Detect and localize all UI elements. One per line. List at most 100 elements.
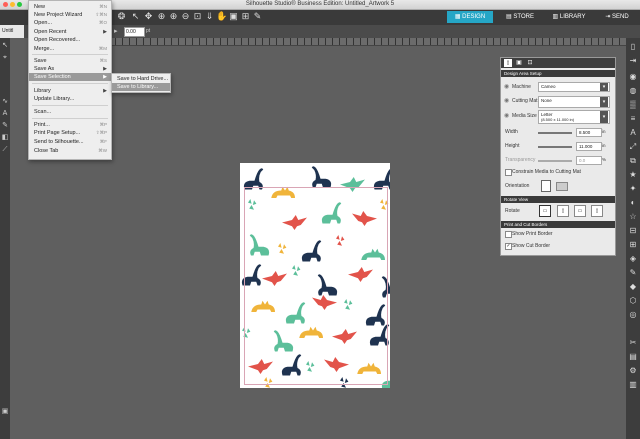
page-setup-icon[interactable]: ▯ bbox=[628, 42, 638, 52]
menu-item-label: Save bbox=[34, 58, 47, 64]
pixscan-icon[interactable]: ◎ bbox=[628, 310, 638, 320]
chevron-down-icon: ▾ bbox=[600, 111, 608, 123]
transparency-input[interactable]: 0.0 bbox=[576, 156, 602, 165]
tab-send[interactable]: ⇥ SEND bbox=[596, 11, 638, 23]
move-down-icon[interactable]: ⇓ bbox=[204, 11, 215, 22]
submenu-arrow-icon: ▶ bbox=[103, 74, 107, 80]
fill-icon[interactable]: ◉ bbox=[628, 72, 638, 82]
menu-item-scan[interactable]: Scan... bbox=[29, 108, 111, 116]
tips-icon[interactable]: ▥ bbox=[628, 380, 638, 390]
replicate-icon[interactable]: ⧉ bbox=[628, 156, 638, 166]
menu-item-save-as[interactable]: Save As ▶ bbox=[29, 65, 111, 73]
menu-item-save-selection[interactable]: Save Selection ▶ bbox=[29, 73, 111, 81]
zoom-in-icon[interactable]: ⊕ bbox=[156, 11, 167, 22]
page-setup-tab-icon[interactable]: ▯ bbox=[504, 59, 512, 67]
layers-icon[interactable]: ▣ bbox=[1, 408, 9, 416]
save-to-hard-drive-item[interactable]: Save to Hard Drive... bbox=[112, 75, 170, 83]
constrain-checkbox[interactable] bbox=[505, 169, 512, 176]
cut-settings-icon[interactable]: ✂ bbox=[628, 338, 638, 348]
cutting-mat-select[interactable]: None ▾ bbox=[538, 96, 610, 108]
menu-item-open-recent[interactable]: Open Recent ▶ bbox=[29, 28, 111, 36]
menu-shortcut: ⌘S bbox=[99, 58, 107, 63]
save-to-library-item[interactable]: Save to Library... bbox=[112, 83, 170, 91]
design-page[interactable] bbox=[240, 163, 390, 388]
menu-item-send-to-silhouette[interactable]: Send to Silhouette... ⌘F bbox=[29, 138, 111, 146]
zoom-in-icon[interactable]: ⊕ bbox=[168, 11, 179, 22]
pan-icon[interactable]: ✥ bbox=[143, 11, 154, 22]
edit-points-icon[interactable]: ⌖ bbox=[1, 54, 9, 62]
menu-item-open-recovered[interactable]: Open Recovered... bbox=[29, 36, 111, 44]
portrait-button[interactable] bbox=[541, 180, 551, 192]
menu-item-library[interactable]: Library ▶ bbox=[29, 87, 111, 95]
fit-page-icon[interactable]: ▣ bbox=[228, 11, 239, 22]
transparency-unit: % bbox=[602, 157, 607, 162]
sketch-icon[interactable]: ✎ bbox=[628, 268, 638, 278]
transform-icon[interactable]: ⤢ bbox=[628, 142, 638, 152]
pattern-icon[interactable]: ▒ bbox=[628, 100, 638, 110]
zoom-out-icon[interactable]: ⊖ bbox=[180, 11, 191, 22]
rotate-270-button[interactable]: ▯ bbox=[591, 205, 603, 217]
section-title: Rotate View bbox=[504, 197, 529, 202]
panel-tabs: ▯ ▣ ⊡ bbox=[501, 58, 615, 68]
registration-tab-icon[interactable]: ⊡ bbox=[526, 59, 534, 67]
arrow-icon[interactable]: ▸ bbox=[114, 27, 118, 35]
machine-select[interactable]: Cameo ▾ bbox=[538, 82, 610, 92]
height-slider[interactable] bbox=[538, 146, 572, 148]
curve-icon[interactable]: ∿ bbox=[1, 98, 9, 106]
trace-icon[interactable]: ✦ bbox=[628, 184, 638, 194]
tab-library[interactable]: ▥ LIBRARY bbox=[548, 11, 590, 23]
stroke-width-input[interactable]: 0.00 bbox=[124, 27, 145, 37]
menu-item-new-project-wizard[interactable]: New Project Wizard ⇧⌘N bbox=[29, 11, 111, 19]
gradient-icon[interactable]: ◍ bbox=[628, 86, 638, 96]
menu-item-merge[interactable]: Merge... ⌘M bbox=[29, 45, 111, 53]
text-icon[interactable]: A bbox=[1, 110, 9, 118]
weld-icon[interactable]: ⬡ bbox=[628, 296, 638, 306]
transparency-slider[interactable] bbox=[538, 160, 572, 162]
menu-item-print[interactable]: Print... ⌘P bbox=[29, 121, 111, 129]
grid-icon[interactable]: ⊞ bbox=[240, 11, 251, 22]
width-slider[interactable] bbox=[538, 132, 572, 134]
menu-item-update-library[interactable]: Update Library... bbox=[29, 95, 111, 103]
eraser-icon[interactable]: ◧ bbox=[1, 134, 9, 142]
knife-icon[interactable]: ⟋ bbox=[1, 146, 9, 154]
pointer-icon[interactable]: ↖ bbox=[1, 42, 9, 50]
height-input[interactable]: 11.000 bbox=[576, 142, 602, 151]
tab-design[interactable]: ▦ DESIGN bbox=[447, 11, 493, 23]
rotate-90-button[interactable]: ▯ bbox=[557, 205, 569, 217]
show-print-border-checkbox[interactable] bbox=[505, 231, 512, 238]
star-icon[interactable]: ★ bbox=[628, 170, 638, 180]
rotate-180-button[interactable]: ▭ bbox=[574, 205, 586, 217]
library-icon[interactable]: ❂ bbox=[116, 11, 127, 22]
print-icon[interactable]: ▤ bbox=[628, 352, 638, 362]
menu-item-label: Save to Hard Drive... bbox=[117, 76, 169, 82]
media-size-select[interactable]: Letter (8.500 x 11.000 in) ▾ bbox=[538, 110, 610, 124]
brush-icon[interactable]: ✎ bbox=[252, 11, 263, 22]
settings-icon[interactable]: ⚙ bbox=[628, 366, 638, 376]
align-icon[interactable]: ⊟ bbox=[628, 226, 638, 236]
text-style-icon[interactable]: A bbox=[628, 128, 638, 138]
landscape-button[interactable] bbox=[556, 182, 568, 191]
menu-item-open[interactable]: Open... ⌘O bbox=[29, 19, 111, 27]
menu-item-save[interactable]: Save ⌘S bbox=[29, 57, 111, 65]
hand-icon[interactable]: ✋ bbox=[216, 11, 227, 22]
tab-store[interactable]: ▤ STORE bbox=[500, 11, 540, 23]
menu-item-print-page-setup[interactable]: Print Page Setup... ⇧⌘P bbox=[29, 129, 111, 137]
menu-item-close-tab[interactable]: Close Tab ⌘W bbox=[29, 147, 111, 155]
select-icon[interactable]: ↖ bbox=[130, 11, 141, 22]
doc-tab[interactable]: Untitl bbox=[0, 25, 24, 38]
menu-shortcut: ⇧⌘P bbox=[95, 130, 107, 135]
menu-item-new[interactable]: New ⌘N bbox=[29, 3, 111, 11]
show-cut-border-checkbox[interactable]: ✓ bbox=[505, 243, 512, 250]
modify-icon[interactable]: ◐ bbox=[628, 198, 638, 208]
offset-icon[interactable]: ☆ bbox=[628, 212, 638, 222]
rotate-0-button[interactable]: ▭ bbox=[539, 205, 551, 217]
zoom-fit-icon[interactable]: ⊡ bbox=[192, 11, 203, 22]
nesting-icon[interactable]: ◆ bbox=[628, 282, 638, 292]
grid-panel-icon[interactable]: ⊞ bbox=[628, 240, 638, 250]
display-tab-icon[interactable]: ▣ bbox=[515, 59, 523, 67]
layers-panel-icon[interactable]: ◈ bbox=[628, 254, 638, 264]
width-input[interactable]: 8.500 bbox=[576, 128, 602, 137]
pencil-icon[interactable]: ✎ bbox=[1, 122, 9, 130]
line-style-icon[interactable]: ≡ bbox=[628, 114, 638, 124]
send-panel-icon[interactable]: ⇥ bbox=[628, 56, 638, 66]
